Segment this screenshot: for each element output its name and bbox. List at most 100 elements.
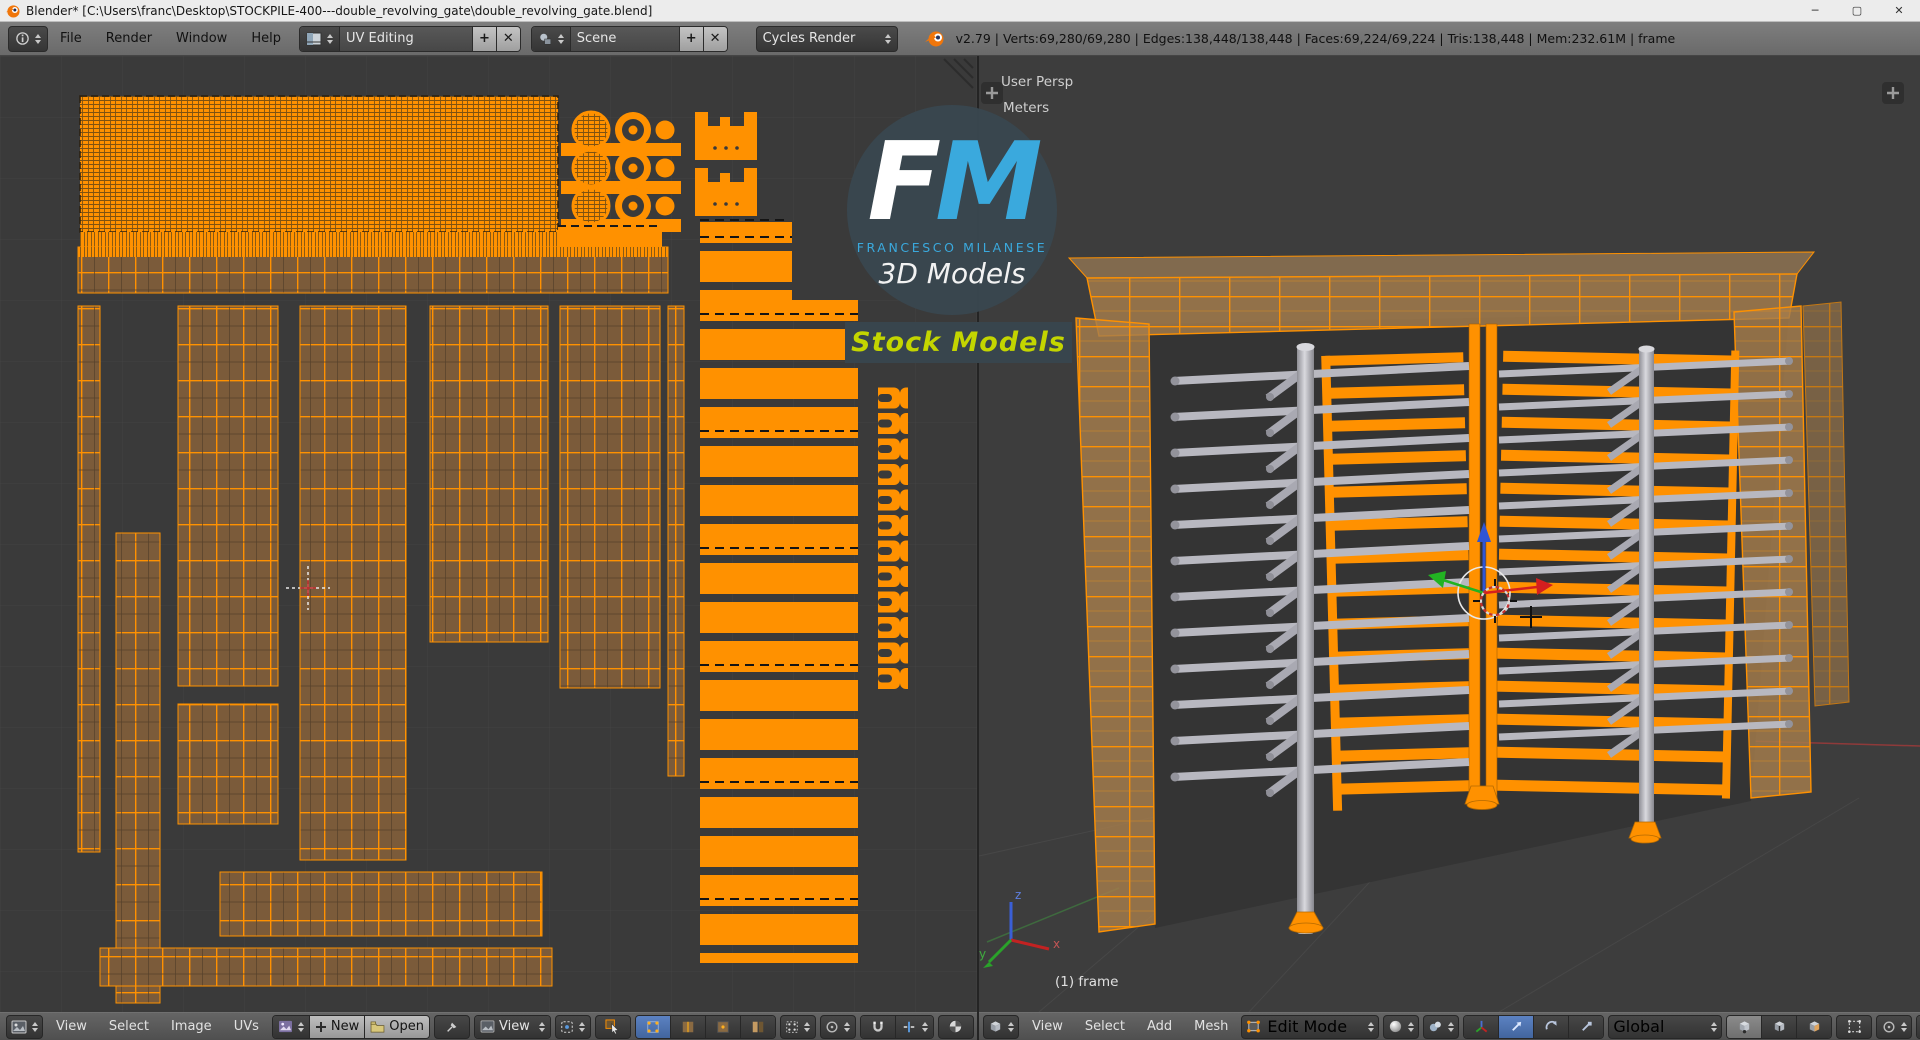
delete-scene-button[interactable]: ✕ (703, 26, 727, 51)
vp-menu-add[interactable]: Add (1138, 1019, 1181, 1034)
dropdown-arrows (297, 1021, 304, 1032)
view3d-editor-icon (990, 1021, 1001, 1032)
scene-icon-button[interactable] (531, 26, 571, 51)
sync-select-cursor-icon (605, 1019, 620, 1034)
menu-file[interactable]: File (48, 31, 94, 46)
uv-snap-toggle[interactable] (860, 1015, 896, 1038)
sticky-select-icon (786, 1020, 799, 1033)
uv-pivot-select[interactable] (554, 1014, 591, 1039)
scene-name-field[interactable]: Scene (570, 26, 680, 51)
uv-select-edge-button[interactable] (670, 1015, 706, 1038)
manipulator-translate-button[interactable] (1499, 1015, 1535, 1038)
toolshelf-toggle[interactable] (981, 82, 1003, 104)
edge-select-icon (682, 1021, 694, 1032)
uv-display-mode[interactable]: View (474, 1015, 550, 1038)
manipulator-scale-button[interactable] (1569, 1015, 1604, 1038)
delete-layout-button[interactable]: ✕ (496, 26, 520, 51)
editor-type-info-button[interactable] (8, 25, 48, 52)
image-open-button[interactable]: Open (365, 1015, 429, 1038)
vp-menu-select[interactable]: Select (1076, 1019, 1134, 1034)
face-cube-icon (1809, 1021, 1820, 1032)
properties-toggle[interactable] (1882, 82, 1904, 104)
dropdown-arrows (1408, 1021, 1415, 1032)
dropdown-arrows (804, 1021, 811, 1032)
menu-window[interactable]: Window (164, 31, 239, 46)
uv-menu-view[interactable]: View (47, 1019, 96, 1034)
uv-render-slot-icon-button[interactable] (937, 1014, 974, 1039)
manipulator-rotate-button[interactable] (1534, 1015, 1570, 1038)
dropdown-arrows (32, 1021, 38, 1032)
uv-menu-uvs[interactable]: UVs (225, 1019, 268, 1034)
mode-select[interactable]: Edit Mode (1241, 1014, 1380, 1039)
maximize-button[interactable]: ▢ (1836, 0, 1878, 22)
unit-overlay: Meters (1003, 100, 1049, 116)
vertex-select-icon (647, 1020, 659, 1033)
minimize-button[interactable]: ─ (1794, 0, 1836, 22)
viewport-shading-select[interactable] (1383, 1014, 1420, 1039)
scene-statistics: v2.79 | Verts:69,280/69,280 | Edges:138,… (955, 31, 1676, 46)
manipulator-toggle-button[interactable] (1464, 1015, 1500, 1038)
face-mode-button[interactable] (1797, 1015, 1832, 1038)
uv-canvas[interactable] (0, 56, 977, 1012)
transform-orientation-select[interactable]: Global (1608, 1014, 1723, 1039)
dropdown-arrows (1368, 1021, 1375, 1032)
vp-menu-mesh[interactable]: Mesh (1185, 1019, 1237, 1034)
uv-select-face-button[interactable] (705, 1015, 741, 1038)
vp-menu-view[interactable]: View (1023, 1019, 1072, 1034)
add-scene-button[interactable]: + (679, 26, 704, 51)
add-layout-button[interactable]: + (472, 26, 497, 51)
pin-icon (447, 1022, 457, 1032)
image-icon (278, 1020, 292, 1033)
menu-help[interactable]: Help (239, 31, 293, 46)
blender-logo (924, 31, 944, 46)
occlude-geometry-toggle[interactable] (1836, 1014, 1873, 1039)
uv-menu-select[interactable]: Select (100, 1019, 158, 1034)
uv-image-editor (0, 56, 977, 1012)
render-result-icon (949, 1020, 963, 1033)
uv-editor-header: View Select Image UVs New Open View (0, 1012, 977, 1040)
uv-proportional-edit[interactable] (819, 1014, 856, 1039)
editor-type-3dview-button[interactable] (983, 1014, 1019, 1039)
uv-menu-image[interactable]: Image (162, 1019, 221, 1034)
axis-x-label: x (1053, 937, 1060, 951)
image-icon (480, 1020, 495, 1033)
screen-layout-name-field[interactable]: UV Editing (339, 26, 473, 51)
pivot-point-select[interactable] (1423, 1014, 1460, 1039)
viewport-header: View Select Add Mesh Edit Mode Global (979, 1012, 1920, 1040)
rotate-icon (1545, 1020, 1557, 1030)
edge-mode-button[interactable] (1762, 1015, 1798, 1038)
window-title: Blender* [C:\Users\franc\Desktop\STOCKPI… (26, 3, 653, 18)
image-editor-icon (11, 1020, 27, 1033)
mesh-select-mode-group (1726, 1014, 1833, 1039)
uv-sync-selection-toggle[interactable] (594, 1014, 631, 1039)
editor-type-image-button[interactable] (6, 1014, 43, 1039)
vertex-cube-icon (1739, 1021, 1750, 1034)
dropdown-arrows (1711, 1021, 1718, 1032)
scale-icon (1581, 1021, 1592, 1031)
close-button[interactable]: ✕ (1878, 0, 1920, 22)
screen-layout-icon-button[interactable] (299, 26, 340, 51)
uv-snap-element-select[interactable] (895, 1015, 933, 1038)
uv-select-vertex-button[interactable] (635, 1015, 671, 1038)
render-engine-select[interactable]: Cycles Render (755, 25, 898, 52)
image-datablock-browse[interactable] (272, 1015, 310, 1038)
viewport-canvas[interactable]: User Persp Meters (1) frame z x y (979, 56, 1920, 1012)
menu-render[interactable]: Render (94, 31, 164, 46)
edit-mode-icon (1247, 1020, 1261, 1033)
island-select-icon (752, 1021, 764, 1032)
info-header: File Render Window Help UV Editing + ✕ S… (0, 22, 1920, 56)
face-select-icon (717, 1020, 729, 1033)
vp-proportional-edit[interactable] (1876, 1014, 1913, 1039)
dropdown-arrows (1448, 1021, 1455, 1032)
dropdown-arrows (557, 33, 564, 44)
dropdown-arrows (538, 1021, 545, 1032)
vertex-mode-button[interactable] (1727, 1015, 1763, 1038)
watermark-name: FRANCESCO MILANESE (856, 240, 1048, 256)
image-new-button[interactable]: New (309, 1015, 366, 1038)
uv-select-island-button[interactable] (740, 1015, 775, 1038)
pin-image-button[interactable] (433, 1014, 470, 1039)
uv-sticky-selection[interactable] (779, 1014, 816, 1039)
snap-increment-icon (903, 1021, 915, 1032)
pivot-point-icon (1430, 1021, 1442, 1032)
pivot-icon (561, 1020, 574, 1033)
